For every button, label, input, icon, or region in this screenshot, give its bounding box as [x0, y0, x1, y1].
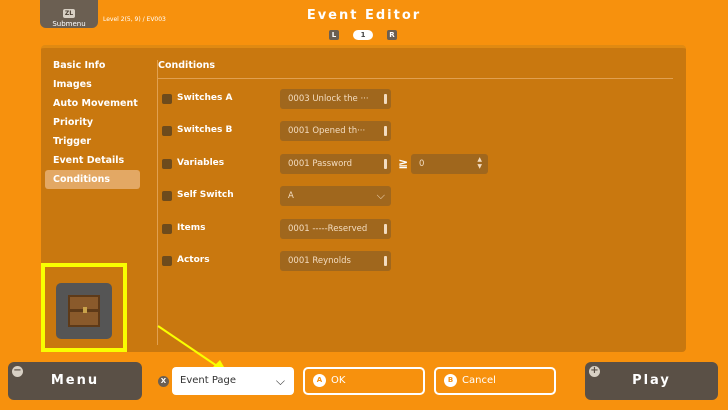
sidebar-item-basic-info[interactable]: Basic Info [45, 56, 140, 75]
page-prev-button[interactable]: L [329, 30, 339, 40]
cancel-label: Cancel [462, 375, 496, 386]
self-switch-value: A [288, 191, 294, 201]
condition-row-items: Items 0001 -----Reserved [162, 219, 682, 239]
items-label: Items [177, 223, 206, 233]
minus-key-icon: − [12, 365, 23, 377]
b-key-badge: B [444, 374, 457, 387]
play-button[interactable]: + Play [585, 362, 718, 400]
edit-bar-icon [384, 159, 387, 169]
sidebar-item-event-details[interactable]: Event Details [45, 151, 140, 170]
chevron-down-icon: ⌵ [376, 189, 385, 202]
condition-row-actors: Actors 0001 Reynolds [162, 251, 682, 271]
switches-b-checkbox[interactable] [162, 126, 172, 136]
page-switcher: L 1 R [329, 30, 397, 40]
actors-value: 0001 Reynolds [288, 256, 351, 266]
switches-b-label: Switches B [177, 125, 233, 135]
event-page-select[interactable]: Event Page ⌵ [172, 367, 294, 395]
variables-label: Variables [177, 158, 225, 168]
switches-b-value: 0001 Opened th··· [288, 126, 366, 136]
page-number: 1 [353, 30, 373, 40]
edit-bar-icon [384, 126, 387, 136]
section-divider [158, 78, 673, 79]
sidebar: Basic Info Images Auto Movement Priority… [41, 56, 143, 189]
switches-a-checkbox[interactable] [162, 94, 172, 104]
items-checkbox[interactable] [162, 224, 172, 234]
ok-label: OK [331, 375, 346, 386]
edit-bar-icon [384, 224, 387, 234]
x-key-badge: X [158, 376, 169, 387]
chest-icon [68, 295, 100, 327]
self-switch-checkbox[interactable] [162, 191, 172, 201]
edit-bar-icon [384, 256, 387, 266]
variables-checkbox[interactable] [162, 159, 172, 169]
variables-number-value: 0 [419, 159, 425, 169]
plus-key-icon: + [589, 365, 600, 377]
chevron-down-icon: ⌵ [275, 374, 285, 388]
ok-button[interactable]: A OK [303, 367, 425, 395]
self-switch-label: Self Switch [177, 190, 234, 200]
self-switch-select[interactable]: A ⌵ [280, 186, 391, 206]
menu-label: Menu [50, 373, 100, 388]
play-label: Play [632, 373, 671, 388]
sidebar-divider [157, 60, 158, 345]
sidebar-item-conditions[interactable]: Conditions [45, 170, 140, 189]
event-preview[interactable] [56, 283, 112, 339]
menu-button[interactable]: − Menu [8, 362, 142, 400]
condition-row-self-switch: Self Switch A ⌵ [162, 186, 682, 206]
sidebar-item-auto-movement[interactable]: Auto Movement [45, 94, 140, 113]
variables-number-input[interactable]: 0 ▲ ▼ [411, 154, 488, 174]
condition-row-switches-a: Switches A 0003 Unlock the ··· [162, 89, 682, 109]
page-title: Event Editor [306, 8, 422, 23]
sidebar-item-trigger[interactable]: Trigger [45, 132, 140, 151]
event-page-value: Event Page [180, 375, 237, 386]
actors-checkbox[interactable] [162, 256, 172, 266]
comparison-operator[interactable]: ≧ [398, 156, 408, 170]
sidebar-item-priority[interactable]: Priority [45, 113, 140, 132]
actors-field[interactable]: 0001 Reynolds [280, 251, 391, 271]
switches-a-value: 0003 Unlock the ··· [288, 94, 369, 104]
a-key-badge: A [313, 374, 326, 387]
stepper-arrows-icon[interactable]: ▲ ▼ [477, 156, 482, 170]
items-value: 0001 -----Reserved [288, 224, 368, 234]
switches-a-field[interactable]: 0003 Unlock the ··· [280, 89, 391, 109]
condition-row-variables: Variables 0001 Password ≧ 0 ▲ ▼ [162, 154, 682, 174]
variables-field[interactable]: 0001 Password [280, 154, 391, 174]
edit-bar-icon [384, 94, 387, 104]
editor-panel: Basic Info Images Auto Movement Priority… [41, 45, 686, 352]
page-next-button[interactable]: R [387, 30, 397, 40]
sidebar-item-images[interactable]: Images [45, 75, 140, 94]
section-title: Conditions [158, 60, 216, 71]
variables-value: 0001 Password [288, 159, 353, 169]
switches-a-label: Switches A [177, 93, 233, 103]
condition-row-switches-b: Switches B 0001 Opened th··· [162, 121, 682, 141]
event-preview-highlight [41, 263, 127, 352]
cancel-button[interactable]: B Cancel [434, 367, 556, 395]
items-field[interactable]: 0001 -----Reserved [280, 219, 391, 239]
actors-label: Actors [177, 255, 210, 265]
switches-b-field[interactable]: 0001 Opened th··· [280, 121, 391, 141]
